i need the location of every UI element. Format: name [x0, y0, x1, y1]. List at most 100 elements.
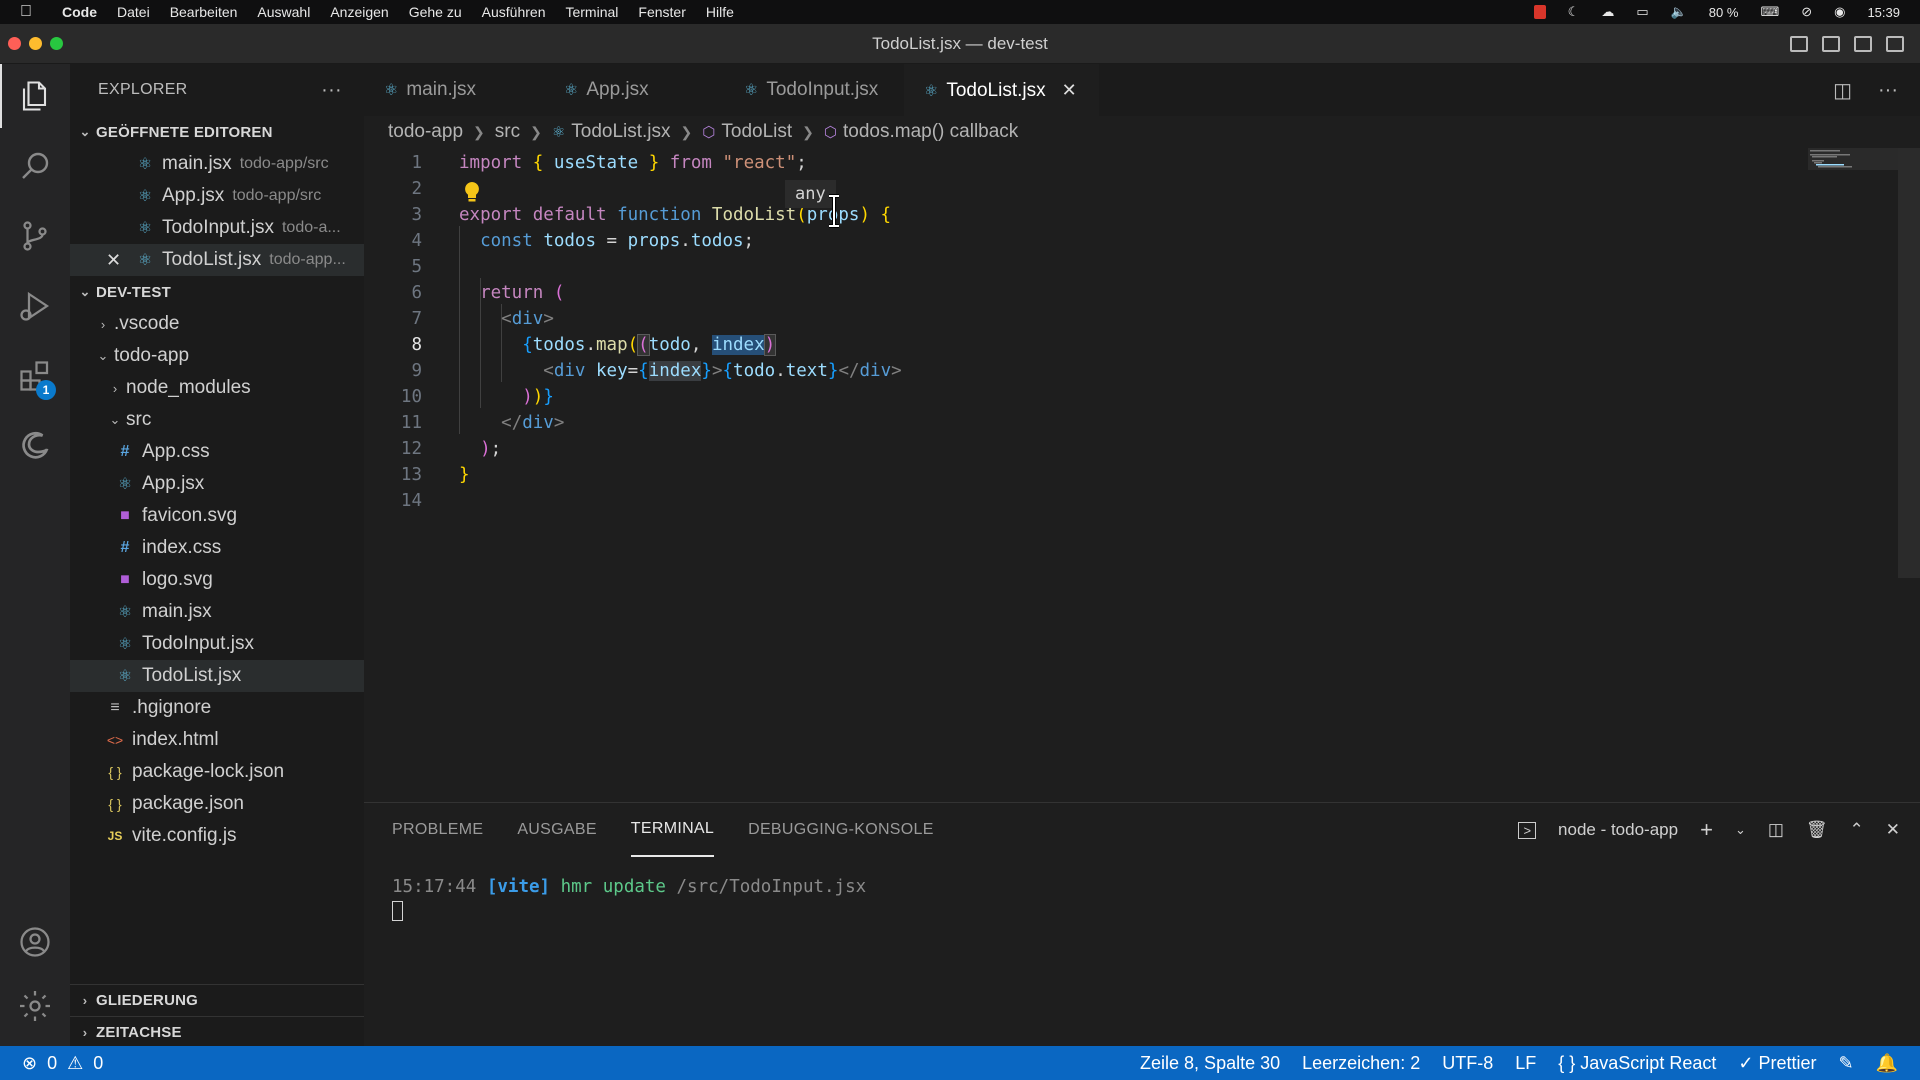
account-icon[interactable] [0, 910, 70, 974]
trash-icon[interactable]: 🗑 [1806, 820, 1828, 840]
menu-selection[interactable]: Auswahl [247, 4, 320, 20]
apple-menu-icon[interactable]:  [0, 3, 52, 21]
close-panel-icon[interactable]: ✕ [1886, 820, 1900, 840]
split-editor-icon[interactable]: ◫ [1833, 78, 1852, 103]
open-editor-item[interactable]: ⚛ main.jsx todo-app/src [70, 148, 364, 180]
encoding[interactable]: UTF-8 [1442, 1053, 1493, 1074]
tree-folder[interactable]: › node_modules [70, 372, 364, 404]
formatter[interactable]: ✓ Prettier [1738, 1053, 1816, 1074]
menu-view[interactable]: Anzeigen [320, 4, 398, 20]
more-actions-icon[interactable]: ··· [321, 79, 364, 102]
tree-file[interactable]: ■ favicon.svg [70, 500, 364, 532]
open-editor-item[interactable]: ⚛ App.jsx todo-app/src [70, 180, 364, 212]
menu-terminal[interactable]: Terminal [555, 4, 628, 20]
menu-file[interactable]: Datei [107, 4, 160, 20]
tree-file[interactable]: <> index.html [70, 724, 364, 756]
maximize-window-button[interactable] [50, 37, 63, 50]
tree-folder[interactable]: ⌄ todo-app [70, 340, 364, 372]
tab-problems[interactable]: PROBLEME [392, 803, 483, 857]
tab-todolist-jsx[interactable]: ⚛ TodoList.jsx ✕ [904, 64, 1099, 116]
minimap[interactable] [1808, 148, 1898, 208]
tree-file-selected[interactable]: ⚛ TodoList.jsx [70, 660, 364, 692]
notifications-bell-icon[interactable]: 🔔 [1876, 1053, 1898, 1074]
clock-label[interactable]: 15:39 [1867, 5, 1900, 20]
open-editors-section[interactable]: ⌄ GEÖFFNETE EDITOREN [70, 116, 364, 148]
battery-label[interactable]: 80 % [1709, 5, 1739, 20]
source-control-icon[interactable] [0, 204, 70, 268]
feedback-icon[interactable]: ✎ [1838, 1053, 1853, 1074]
tab-todoinput-jsx[interactable]: ⚛ TodoInput.jsx [724, 64, 904, 116]
open-editor-item-active[interactable]: ✕ ⚛ TodoList.jsx todo-app... [70, 244, 364, 276]
record-icon[interactable] [1533, 5, 1546, 19]
tab-main-jsx[interactable]: ⚛ main.jsx [364, 64, 544, 116]
open-editor-item[interactable]: ⚛ TodoInput.jsx todo-a... [70, 212, 364, 244]
tree-file[interactable]: ■ logo.svg [70, 564, 364, 596]
toggle-secondary-sidebar-icon[interactable] [1854, 35, 1872, 52]
extensions-icon[interactable]: 1 [0, 344, 70, 408]
end-of-line[interactable]: LF [1515, 1053, 1536, 1074]
settings-gear-icon[interactable] [0, 974, 70, 1038]
language-mode[interactable]: { } JavaScript React [1558, 1053, 1716, 1074]
display-icon[interactable]: ▭ [1636, 4, 1648, 20]
tree-file[interactable]: ⚛ main.jsx [70, 596, 364, 628]
maximize-panel-icon[interactable]: ⌃ [1850, 820, 1864, 840]
breadcrumb-item[interactable]: todos.map() callback [843, 121, 1018, 143]
moon-icon[interactable]: ☾ [1568, 4, 1580, 20]
lightbulb-icon[interactable] [462, 180, 482, 206]
outline-section[interactable]: › GLIEDERUNG [70, 984, 364, 1016]
code-editor[interactable]: 1 import { useState } from "react"; 2 3 … [364, 148, 1920, 802]
cursor-position[interactable]: Zeile 8, Spalte 30 [1140, 1053, 1280, 1074]
menu-window[interactable]: Fenster [628, 4, 695, 20]
menu-run[interactable]: Ausführen [472, 4, 556, 20]
keyboard-icon[interactable]: ⌨ [1760, 4, 1779, 20]
close-tab-icon[interactable]: ✕ [1062, 80, 1077, 101]
run-debug-icon[interactable] [0, 274, 70, 338]
tree-file[interactable]: ⚛ App.jsx [70, 468, 364, 500]
close-window-button[interactable] [8, 37, 21, 50]
tree-file[interactable]: ⚛ TodoInput.jsx [70, 628, 364, 660]
tab-app-jsx[interactable]: ⚛ App.jsx [544, 64, 724, 116]
indentation[interactable]: Leerzeichen: 2 [1302, 1053, 1420, 1074]
tree-file[interactable]: # index.css [70, 532, 364, 564]
tree-file[interactable]: { } package.json [70, 788, 364, 820]
split-terminal-icon[interactable]: ◫ [1768, 820, 1784, 840]
timeline-section[interactable]: › ZEITACHSE [70, 1016, 364, 1048]
customize-layout-icon[interactable] [1886, 35, 1904, 52]
tree-folder[interactable]: › .vscode [70, 308, 364, 340]
tree-folder[interactable]: ⌄ src [70, 404, 364, 436]
workspace-section[interactable]: ⌄ DEV-TEST [70, 276, 364, 308]
menu-edit[interactable]: Bearbeiten [160, 4, 248, 20]
terminal-prompt[interactable] [392, 901, 403, 926]
control-center-icon[interactable]: ◉ [1834, 4, 1845, 20]
tree-file[interactable]: { } package-lock.json [70, 756, 364, 788]
tab-output[interactable]: AUSGABE [517, 803, 596, 857]
more-actions-icon[interactable]: ··· [1878, 79, 1898, 102]
toggle-sidebar-icon[interactable] [1790, 35, 1808, 52]
toggle-panel-icon[interactable] [1822, 35, 1840, 52]
menu-go[interactable]: Gehe zu [399, 4, 472, 20]
search-icon[interactable] [0, 134, 70, 198]
tab-terminal[interactable]: TERMINAL [630, 803, 715, 857]
editor-scrollbar[interactable] [1898, 148, 1920, 578]
edge-devtools-icon[interactable] [0, 414, 70, 478]
tree-file[interactable]: # App.css [70, 436, 364, 468]
volume-icon[interactable]: 🔈 [1671, 4, 1687, 20]
tree-file[interactable]: JS vite.config.js [70, 820, 364, 852]
tree-file[interactable]: ≡ .hgignore [70, 692, 364, 724]
menu-app[interactable]: Code [52, 4, 107, 20]
problems-indicator[interactable]: ⊗ 0 ⚠ 0 [0, 1053, 103, 1074]
terminal-name[interactable]: node - todo-app [1558, 820, 1678, 840]
chevron-down-icon[interactable]: ⌄ [1735, 822, 1746, 838]
close-editor-icon[interactable]: ✕ [106, 250, 134, 271]
breadcrumb-item[interactable]: src [495, 121, 520, 143]
cloud-icon[interactable]: ☁ [1601, 4, 1614, 20]
wifi-off-icon[interactable]: ⊘ [1801, 4, 1812, 20]
breadcrumb-item[interactable]: TodoList [721, 121, 792, 143]
breadcrumb-item[interactable]: TodoList.jsx [571, 121, 670, 143]
tab-debug-console[interactable]: DEBUGGING-KONSOLE [748, 803, 934, 857]
explorer-icon[interactable] [0, 64, 70, 128]
new-terminal-icon[interactable]: + [1700, 817, 1713, 843]
breadcrumb-item[interactable]: todo-app [388, 121, 463, 143]
menu-help[interactable]: Hilfe [696, 4, 744, 20]
minimize-window-button[interactable] [29, 37, 42, 50]
